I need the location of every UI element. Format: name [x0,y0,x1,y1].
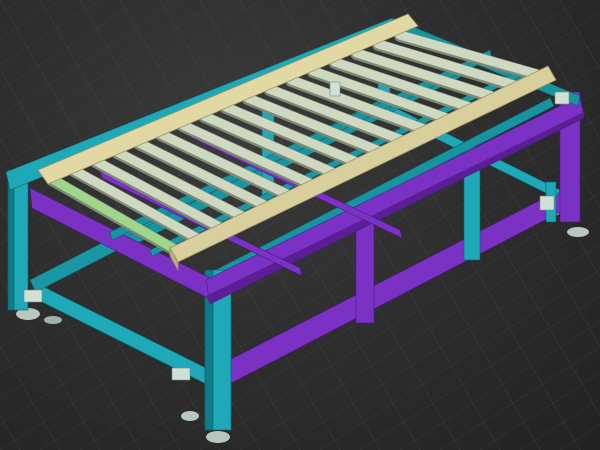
grid-line [559,0,600,70]
grid-line [559,423,600,450]
foot [206,431,230,443]
conveyor-model-render[interactable] [0,0,600,450]
3d-viewport[interactable] [0,0,600,450]
foot [181,411,199,421]
foot [567,227,589,237]
foot [44,316,62,324]
